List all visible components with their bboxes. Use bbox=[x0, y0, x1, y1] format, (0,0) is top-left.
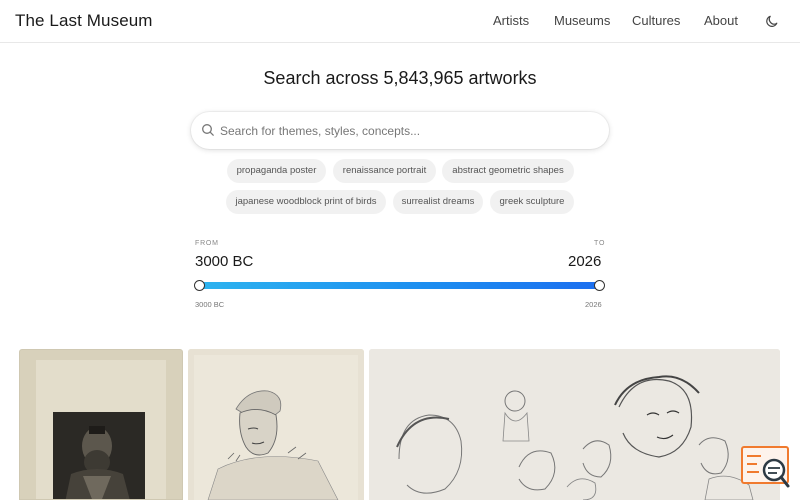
suggestion-chip[interactable]: abstract geometric shapes bbox=[442, 159, 574, 183]
suggestion-chip[interactable]: renaissance portrait bbox=[333, 159, 436, 183]
portrait-figure bbox=[53, 412, 145, 499]
range-max-label: 2026 bbox=[585, 300, 602, 309]
date-range-track[interactable] bbox=[200, 282, 600, 289]
study-heads-sketch bbox=[369, 349, 780, 500]
range-from-value: 3000 BC bbox=[195, 253, 254, 270]
nav-about[interactable]: About bbox=[704, 13, 738, 28]
theme-toggle-button[interactable] bbox=[765, 13, 781, 29]
nav-artists[interactable]: Artists bbox=[493, 13, 529, 28]
chat-search-icon bbox=[741, 446, 790, 488]
suggestion-chip[interactable]: propaganda poster bbox=[227, 159, 326, 183]
sleeping-figure-sketch bbox=[188, 349, 364, 500]
range-from-label: FROM bbox=[195, 240, 219, 247]
site-logo-title[interactable]: The Last Museum bbox=[15, 11, 153, 31]
range-start-handle[interactable] bbox=[194, 280, 205, 291]
range-end-handle[interactable] bbox=[594, 280, 605, 291]
suggestion-chip[interactable]: japanese woodblock print of birds bbox=[226, 190, 386, 214]
nav-cultures[interactable]: Cultures bbox=[632, 13, 680, 28]
assistant-widget-button[interactable] bbox=[741, 446, 791, 490]
search-icon bbox=[202, 124, 214, 136]
moon-icon bbox=[766, 15, 778, 27]
artwork-card[interactable] bbox=[188, 349, 364, 500]
artwork-card[interactable] bbox=[369, 349, 780, 500]
artwork-card[interactable] bbox=[19, 349, 183, 500]
suggestion-chip[interactable]: greek sculpture bbox=[490, 190, 574, 214]
suggestion-chip[interactable]: surrealist dreams bbox=[393, 190, 483, 214]
search-input[interactable] bbox=[220, 121, 590, 141]
range-to-label: TO bbox=[594, 240, 606, 247]
range-to-value: 2026 bbox=[568, 253, 602, 270]
page-title: Search across 5,843,965 artworks bbox=[263, 68, 537, 88]
nav-museums[interactable]: Museums bbox=[554, 13, 610, 28]
artwork-engraving bbox=[53, 412, 145, 499]
top-header: The Last Museum Artists Museums Cultures… bbox=[0, 0, 800, 43]
search-bar[interactable] bbox=[191, 112, 609, 149]
range-min-label: 3000 BC bbox=[195, 300, 225, 309]
